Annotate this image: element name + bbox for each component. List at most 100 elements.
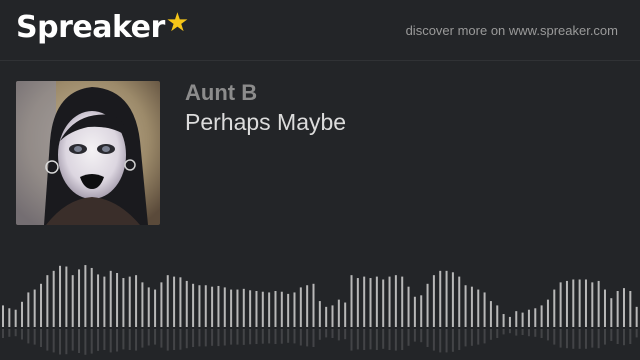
waveform-bar-reflection — [572, 329, 575, 349]
waveform-bar-reflection — [280, 329, 283, 344]
waveform-bar-reflection — [483, 329, 486, 344]
waveform-bar — [103, 276, 106, 327]
waveform-bar — [407, 286, 410, 327]
waveform-bar — [312, 283, 315, 327]
waveform-bar-reflection — [306, 329, 309, 347]
waveform-bar — [268, 292, 271, 327]
waveform-bar — [508, 316, 511, 327]
waveform-bar-reflection — [629, 329, 632, 344]
waveform-bar-reflection — [584, 329, 587, 349]
waveform-bar-reflection — [261, 329, 264, 344]
waveform-bar — [622, 288, 625, 327]
waveform-bar-reflection — [382, 329, 385, 349]
waveform-bar — [546, 299, 549, 327]
waveform-bar — [59, 265, 62, 327]
waveform-bar-reflection — [141, 329, 144, 348]
waveform-bar-reflection — [515, 329, 518, 336]
waveform-bar — [40, 283, 43, 327]
waveform-bar — [420, 295, 423, 327]
waveform-bar-reflection — [33, 329, 36, 345]
waveform-bar-reflection — [489, 329, 492, 340]
waveform-bar-reflection — [242, 329, 245, 345]
waveform-bar-reflection — [502, 329, 505, 335]
waveform-bar-reflection — [388, 329, 391, 350]
waveform-bar-reflection — [122, 329, 125, 350]
waveform-bar-reflection — [217, 329, 220, 347]
waveform-bar — [223, 287, 226, 327]
waveform-bar — [280, 291, 283, 327]
waveform-bar-reflection — [204, 329, 207, 347]
cover-portrait — [16, 81, 160, 225]
waveform-bar-reflection — [610, 329, 613, 341]
waveform-bar-reflection — [40, 329, 43, 347]
waveform-bar — [160, 282, 163, 327]
waveform-bar — [363, 276, 366, 327]
waveform-bar-reflection — [103, 329, 106, 350]
waveform-bar-reflection — [540, 329, 543, 338]
waveform-bar — [451, 272, 454, 327]
waveform-bar — [27, 292, 30, 327]
waveform-bar-reflection — [173, 329, 176, 350]
waveform-bar — [173, 276, 176, 327]
waveform-bar-reflection — [179, 329, 182, 350]
waveform-bar-reflection — [27, 329, 30, 344]
waveform-bar — [635, 306, 638, 327]
waveform-bar-reflection — [553, 329, 556, 345]
waveform-bar — [211, 286, 214, 327]
waveform-bar — [14, 309, 17, 327]
waveform-bar-reflection — [508, 329, 511, 334]
waveform-bar — [8, 308, 11, 327]
waveform-bar — [394, 275, 397, 327]
discover-link[interactable]: discover more on www.spreaker.com — [406, 23, 618, 38]
waveform-bar — [502, 314, 505, 327]
waveform-bar — [572, 279, 575, 327]
waveform-bar — [261, 291, 264, 327]
waveform-bar — [369, 278, 372, 327]
waveform-bar-reflection — [616, 329, 619, 344]
waveform-bar-reflection — [439, 329, 442, 353]
spreaker-logo[interactable]: Spreaker ★ — [16, 8, 189, 46]
waveform-bar-reflection — [109, 329, 112, 353]
waveform-bar — [179, 277, 182, 327]
waveform-bar — [375, 276, 378, 327]
waveform-bar — [591, 282, 594, 327]
waveform-bar — [432, 275, 435, 327]
waveform-bar-reflection — [325, 329, 328, 338]
episode-author[interactable]: Aunt B — [185, 80, 257, 106]
waveform-bar — [344, 302, 347, 327]
waveform-bar — [192, 283, 195, 327]
waveform-bar — [527, 309, 530, 327]
waveform-bar — [565, 280, 568, 327]
waveform-bar-reflection — [135, 329, 138, 351]
waveform-bar-reflection — [154, 329, 157, 345]
waveform-bar-reflection — [413, 329, 416, 342]
waveform-bar-reflection — [635, 329, 638, 338]
waveform-bar — [97, 274, 100, 327]
waveform-bar-reflection — [559, 329, 562, 348]
waveform-bar — [299, 287, 302, 327]
header-bar: Spreaker ★ discover more on www.spreaker.… — [0, 0, 640, 61]
waveform-bar — [534, 308, 537, 327]
waveform-bar-reflection — [426, 329, 429, 347]
waveform-bar-reflection — [622, 329, 625, 346]
waveform-bar-reflection — [464, 329, 467, 347]
waveform-bar — [230, 289, 233, 327]
waveform-bar — [382, 279, 385, 327]
waveform-bar — [249, 290, 252, 327]
waveform-bar — [217, 285, 220, 327]
audio-waveform[interactable] — [0, 250, 640, 360]
waveform-bar-reflection — [223, 329, 226, 346]
brand-name: Spreaker — [16, 10, 165, 45]
waveform-bar — [122, 278, 125, 327]
waveform-bar — [458, 276, 461, 327]
waveform-bar-reflection — [356, 329, 359, 350]
waveform-bar-reflection — [59, 329, 62, 355]
waveform-bar-reflection — [2, 329, 4, 338]
waveform-bar-reflection — [21, 329, 24, 340]
waveform-bar-reflection — [116, 329, 119, 352]
waveform-bar-reflection — [230, 329, 233, 345]
waveform-bar — [204, 285, 207, 327]
waveform-bar — [318, 301, 321, 327]
waveform-bar — [141, 282, 144, 327]
waveform-bar — [483, 292, 486, 327]
